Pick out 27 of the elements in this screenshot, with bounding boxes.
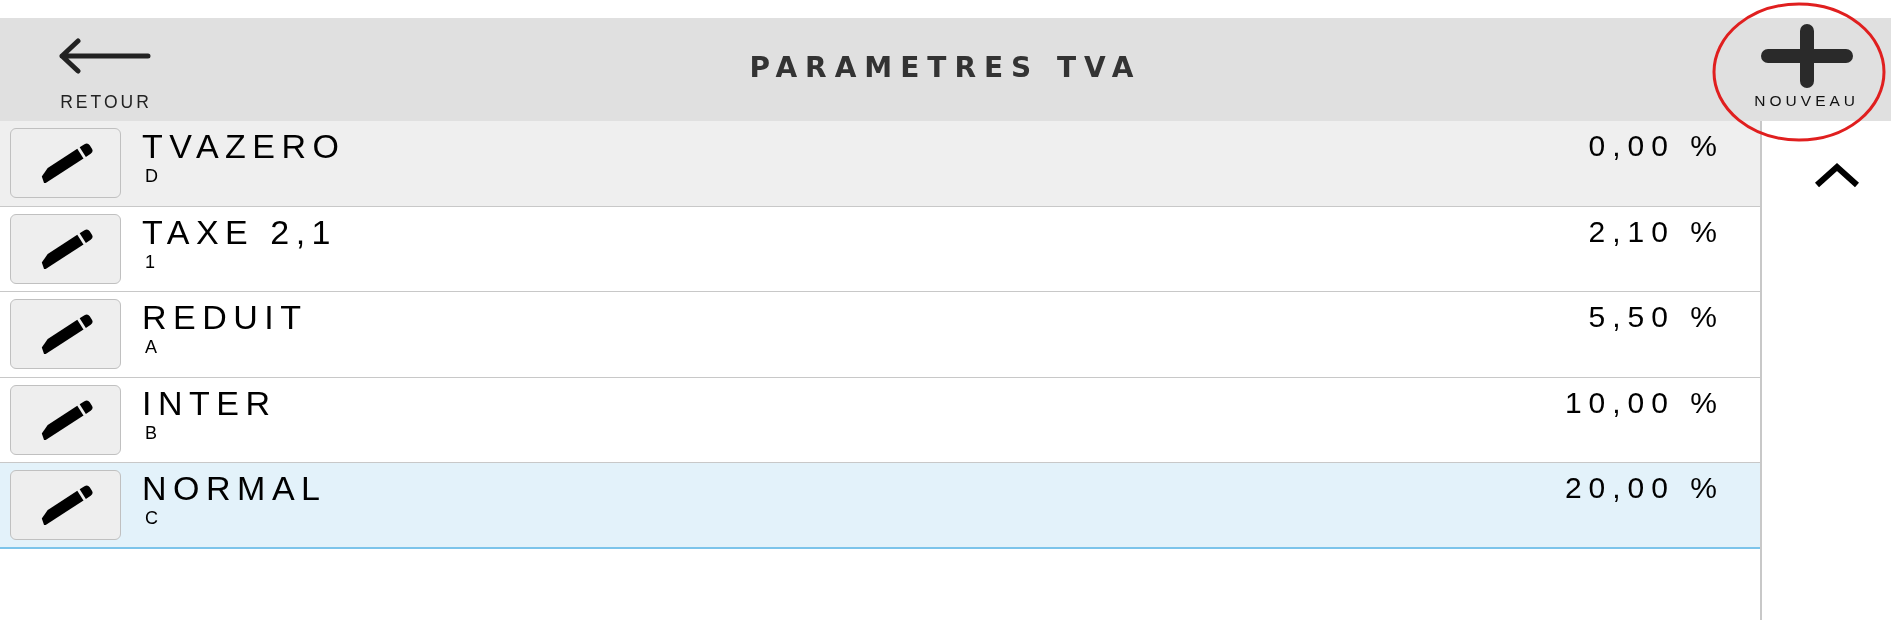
- arrow-left-icon: [58, 38, 152, 74]
- edit-button[interactable]: [10, 299, 121, 369]
- rate-code: B: [144, 423, 162, 442]
- back-button[interactable]: RETOUR: [60, 18, 152, 118]
- rate-code: 1: [144, 252, 160, 271]
- rate-name: INTER: [142, 384, 277, 420]
- rate-value: 2,10 %: [1588, 216, 1724, 247]
- edit-button[interactable]: [10, 128, 121, 198]
- rate-name: REDUIT: [142, 299, 308, 334]
- page-title: PARAMETRES TVA: [749, 54, 1142, 82]
- rate-code: C: [144, 509, 163, 527]
- rate-name: NORMAL: [142, 470, 327, 505]
- rate-value: 10,00 %: [1564, 387, 1724, 418]
- rate-name: TVAZERO: [142, 128, 346, 163]
- rate-code: A: [144, 338, 162, 356]
- rate-value: 0,00 %: [1588, 131, 1724, 161]
- rate-value: 5,50 %: [1588, 302, 1724, 332]
- edit-button[interactable]: [10, 213, 121, 284]
- chevron-up-icon[interactable]: [1813, 162, 1861, 188]
- plus-icon: [1759, 24, 1854, 88]
- edit-button[interactable]: [10, 470, 121, 540]
- rate-code: D: [144, 167, 163, 185]
- edit-button[interactable]: [10, 384, 121, 455]
- rate-row[interactable]: TVAZERO D 0,00 %: [0, 121, 1760, 207]
- rate-row[interactable]: NORMAL C 20,00 %: [0, 463, 1760, 549]
- rate-name: TAXE 2,1: [142, 213, 337, 249]
- rate-value: 20,00 %: [1564, 473, 1724, 503]
